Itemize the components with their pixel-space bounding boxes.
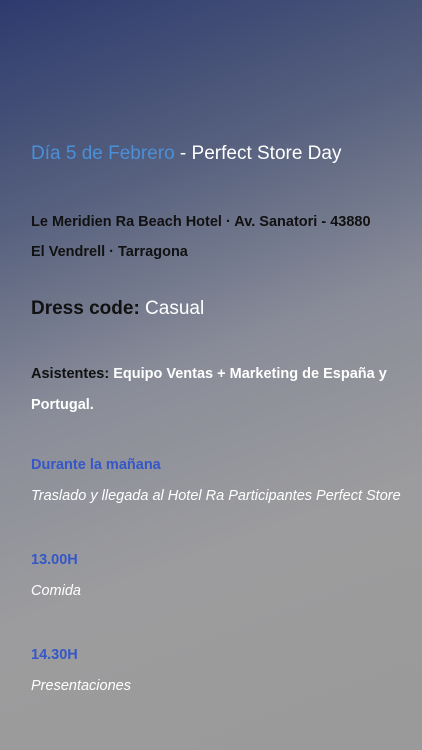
- attendees-label: Asistentes:: [31, 366, 110, 382]
- dress-code: Dress code: Casual: [31, 298, 204, 320]
- dress-code-label: Dress code:: [31, 298, 140, 319]
- event-title: Día 5 de Febrero - Perfect Store Day: [31, 143, 341, 165]
- event-name: - Perfect Store Day: [174, 143, 342, 164]
- event-date: Día 5 de Febrero: [31, 143, 175, 164]
- venue-line-2: El Vendrell · Tarragona: [31, 244, 188, 260]
- attendees: Asistentes: Equipo Ventas + Marketing de…: [31, 359, 401, 421]
- venue-address: Le Meridien Ra Beach Hotel · Av. Sanator…: [31, 207, 371, 267]
- schedule-time-1: Durante la mañana: [31, 457, 161, 473]
- schedule-time-2: 13.00H: [31, 552, 78, 568]
- schedule-desc-3: Presentaciones: [31, 678, 131, 694]
- schedule-desc-2: Comida: [31, 583, 81, 599]
- venue-line-1: Le Meridien Ra Beach Hotel · Av. Sanator…: [31, 214, 371, 230]
- schedule-desc-1: Traslado y llegada al Hotel Ra Participa…: [31, 488, 401, 504]
- dress-code-value: Casual: [139, 298, 205, 319]
- schedule-time-3: 14.30H: [31, 647, 78, 663]
